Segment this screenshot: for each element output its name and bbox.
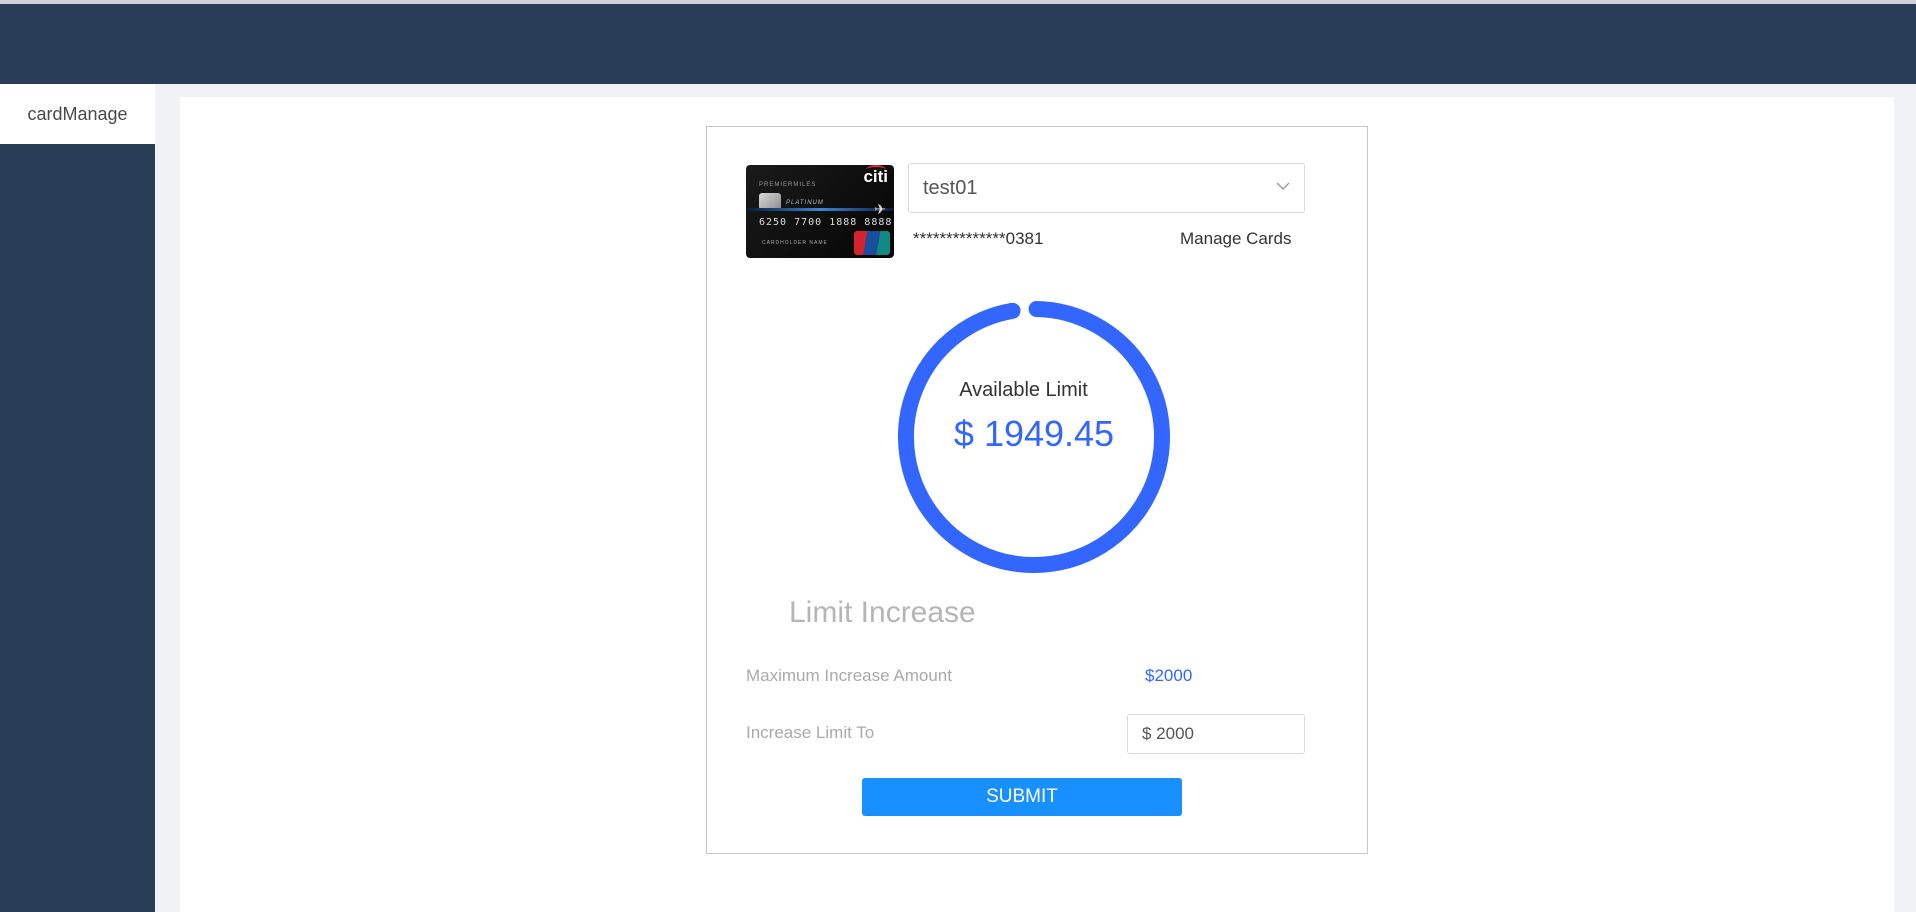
sidebar-item-label: cardManage — [27, 103, 128, 124]
increase-limit-label: Increase Limit To — [746, 723, 875, 742]
limit-increase-title: Limit Increase — [789, 596, 976, 629]
gauge-title: Available Limit — [959, 379, 1088, 401]
max-increase-label: Maximum Increase Amount — [746, 666, 952, 685]
unionpay-logo — [854, 231, 890, 255]
top-header-bar — [0, 4, 1916, 84]
card-panel: citi PREMIERMILES PLATINUM ✈ 6250 7700 1… — [706, 126, 1368, 854]
submit-button[interactable]: SUBMIT — [862, 778, 1182, 816]
credit-card-image: citi PREMIERMILES PLATINUM ✈ 6250 7700 1… — [746, 165, 894, 258]
card-stripe — [746, 208, 894, 211]
masked-card-number: **************0381 — [913, 229, 1044, 248]
airplane-icon: ✈ — [874, 201, 886, 217]
increase-limit-input[interactable] — [1127, 714, 1305, 754]
card-number-text: 6250 7700 1888 8888 — [759, 217, 893, 228]
gauge-value: $ 1949.45 — [953, 413, 1115, 454]
card-tier-text: PLATINUM — [786, 200, 824, 206]
card-tag-text: PREMIERMILES — [759, 182, 817, 188]
manage-cards-link[interactable]: Manage Cards — [1180, 229, 1292, 249]
card-select-value: test01 — [923, 176, 978, 199]
sidebar-item-cardmanage[interactable]: cardManage — [0, 84, 155, 144]
chevron-down-icon — [1276, 182, 1290, 190]
sidebar: cardManage — [0, 84, 155, 912]
card-brand-text: citi — [863, 167, 888, 186]
card-holder-text: CARDHOLDER NAME — [762, 240, 828, 246]
max-increase-value: $2000 — [1145, 666, 1193, 685]
card-select-dropdown[interactable]: test01 — [908, 163, 1305, 213]
